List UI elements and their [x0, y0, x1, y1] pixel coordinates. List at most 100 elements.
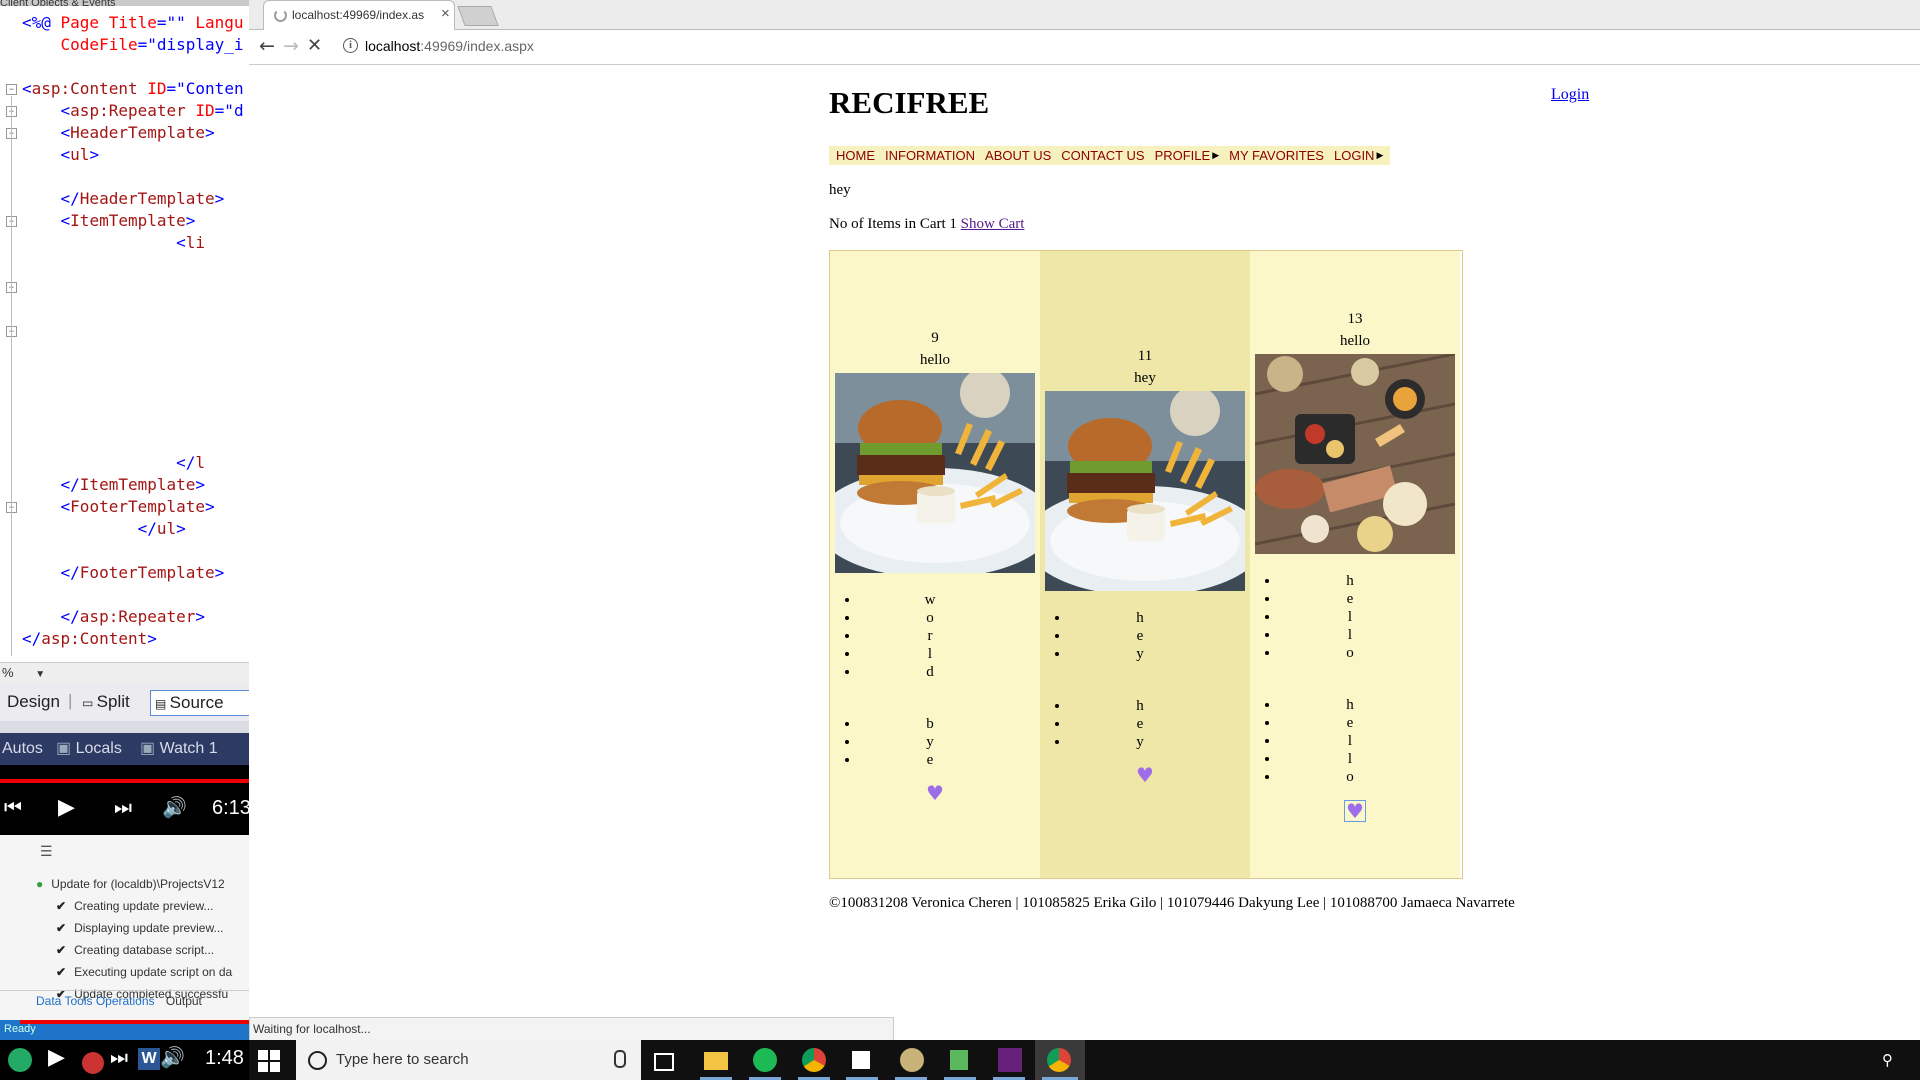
outline-line: [11, 96, 12, 656]
tab-design[interactable]: Design: [3, 690, 64, 714]
windows-start-icon[interactable]: [258, 1050, 280, 1072]
browser-tab[interactable]: localhost:49969/index.aspx ×: [263, 0, 455, 31]
nav-item-contact-us[interactable]: CONTACT US: [1056, 148, 1149, 163]
greeting-text: hey: [829, 182, 851, 198]
show-cart-link[interactable]: Show Cart: [961, 216, 1025, 232]
task-view-icon[interactable]: [654, 1053, 674, 1071]
letter-list: hey: [1040, 697, 1250, 751]
new-tab-button[interactable]: [457, 6, 499, 26]
tab-split[interactable]: ▭ Split: [78, 690, 134, 714]
code-line[interactable]: </ItemTemplate>: [22, 474, 206, 496]
nav-item-information[interactable]: INFORMATION: [880, 148, 980, 163]
microphone-icon[interactable]: [614, 1050, 626, 1068]
code-line[interactable]: <li: [22, 232, 205, 254]
play-icon[interactable]: ▶: [58, 795, 75, 820]
output-list-icon[interactable]: ☰: [40, 843, 53, 860]
forward-icon[interactable]: →: [283, 35, 299, 57]
nav-item-label: HOME: [836, 148, 875, 163]
tab-output[interactable]: Output: [166, 994, 202, 1008]
info-icon[interactable]: i: [343, 38, 358, 53]
word-icon[interactable]: W: [138, 1048, 160, 1070]
favorite-heart-icon[interactable]: ♥: [1344, 799, 1366, 822]
next-icon[interactable]: ⏭: [114, 795, 132, 819]
favorite-heart-icon[interactable]: ♥: [926, 783, 944, 803]
visual-studio-icon[interactable]: [998, 1048, 1022, 1072]
code-line[interactable]: <HeaderTemplate>: [22, 122, 215, 144]
taskbar-search[interactable]: Type here to search: [296, 1040, 641, 1080]
nav-item-login[interactable]: LOGIN ▶: [1329, 148, 1388, 163]
code-line[interactable]: CodeFile="display_i: [22, 34, 244, 56]
search-placeholder: Type here to search: [336, 1051, 469, 1068]
volume-icon[interactable]: 🔊: [160, 1045, 185, 1069]
code-line[interactable]: <asp:Content ID="Conten: [22, 78, 244, 100]
stop-icon[interactable]: ✕: [307, 35, 322, 56]
code-token: <: [60, 211, 71, 230]
favorite-heart-icon[interactable]: ♥: [1136, 765, 1154, 785]
zoom-bar[interactable]: % ▼: [0, 662, 249, 683]
start-orb-icon[interactable]: [8, 1048, 32, 1072]
code-token: </: [60, 475, 80, 494]
chrome-active-icon[interactable]: [1047, 1048, 1071, 1072]
code-line[interactable]: </HeaderTemplate>: [22, 188, 225, 210]
login-link[interactable]: Login: [1551, 86, 1589, 104]
nav-item-label: INFORMATION: [885, 148, 976, 163]
code-token: </: [60, 563, 80, 582]
product-image-food-table[interactable]: [1255, 353, 1455, 554]
list-item: w: [860, 591, 1040, 609]
address-bar[interactable]: i localhost:49969/index.aspx: [337, 33, 1920, 59]
code-line[interactable]: </asp:Content>: [22, 628, 157, 650]
video-progress-fill: [0, 779, 249, 783]
code-editor[interactable]: Client Objects & Events <%@ Page Title="…: [0, 0, 249, 660]
tab-autos[interactable]: Autos: [2, 739, 43, 759]
tab-data-tools[interactable]: Data Tools Operations: [36, 994, 155, 1008]
list-item: l: [1280, 626, 1460, 644]
locals-icon: ▣: [56, 740, 72, 757]
sticky-notes-icon[interactable]: [852, 1051, 870, 1069]
url-text[interactable]: localhost:49969/index.aspx: [365, 33, 534, 59]
file-explorer-icon[interactable]: [704, 1052, 728, 1070]
code-token: >: [205, 497, 215, 516]
product-image-burger-fries[interactable]: [1045, 390, 1245, 591]
nav-item-profile[interactable]: PROFILE ▶: [1150, 148, 1225, 163]
close-icon[interactable]: ×: [441, 5, 450, 22]
paint-icon[interactable]: [900, 1048, 924, 1072]
code-token: <: [60, 497, 71, 516]
zoom-dropdown-icon[interactable]: ▼: [35, 669, 45, 680]
nav-item-my-favorites[interactable]: MY FAVORITES: [1224, 148, 1329, 163]
code-line[interactable]: </l: [22, 452, 205, 474]
code-line[interactable]: <FooterTemplate>: [22, 496, 215, 518]
back-icon[interactable]: ←: [259, 35, 275, 57]
tab-source[interactable]: ▤ Source: [150, 690, 249, 716]
code-line[interactable]: <asp:Repeater ID="d: [22, 100, 244, 122]
tab-locals[interactable]: ▣ Locals: [56, 739, 122, 759]
notepad-icon[interactable]: [950, 1050, 968, 1070]
next-icon[interactable]: ⏭: [110, 1045, 128, 1069]
volume-icon[interactable]: 🔊: [162, 795, 187, 819]
spotify-icon[interactable]: [753, 1048, 777, 1072]
product-image-burger-fries[interactable]: [835, 372, 1035, 573]
code-line[interactable]: </ul>: [22, 518, 186, 540]
output-text: Update for (localdb)\ProjectsV12: [51, 877, 225, 891]
code-token: <: [60, 145, 71, 164]
play-icon[interactable]: ▶: [48, 1045, 65, 1070]
code-line[interactable]: </FooterTemplate>: [22, 562, 225, 584]
chrome-icon[interactable]: [802, 1048, 826, 1072]
chrome-small-icon[interactable]: [82, 1052, 104, 1074]
code-token: >: [185, 211, 196, 230]
nav-item-about-us[interactable]: ABOUT US: [980, 148, 1056, 163]
check-icon: ✔: [56, 899, 67, 913]
code-line[interactable]: <ul>: [22, 144, 100, 166]
code-token: ="Conten: [166, 79, 244, 98]
nav-item-home[interactable]: HOME: [831, 148, 880, 163]
code-line[interactable]: <ItemTemplate>: [22, 210, 196, 232]
code-line[interactable]: <%@ Page Title="" Langu: [22, 12, 244, 34]
previous-icon[interactable]: ⏮: [4, 795, 22, 819]
cortana-icon: [308, 1051, 327, 1070]
tab-watch[interactable]: ▣ Watch 1: [140, 739, 218, 759]
code-line[interactable]: </asp:Repeater>: [22, 606, 206, 628]
people-icon[interactable]: ⚲: [1882, 1051, 1893, 1069]
letter-list: bye: [830, 715, 1040, 769]
collapse-toggle-icon[interactable]: −: [6, 84, 17, 95]
